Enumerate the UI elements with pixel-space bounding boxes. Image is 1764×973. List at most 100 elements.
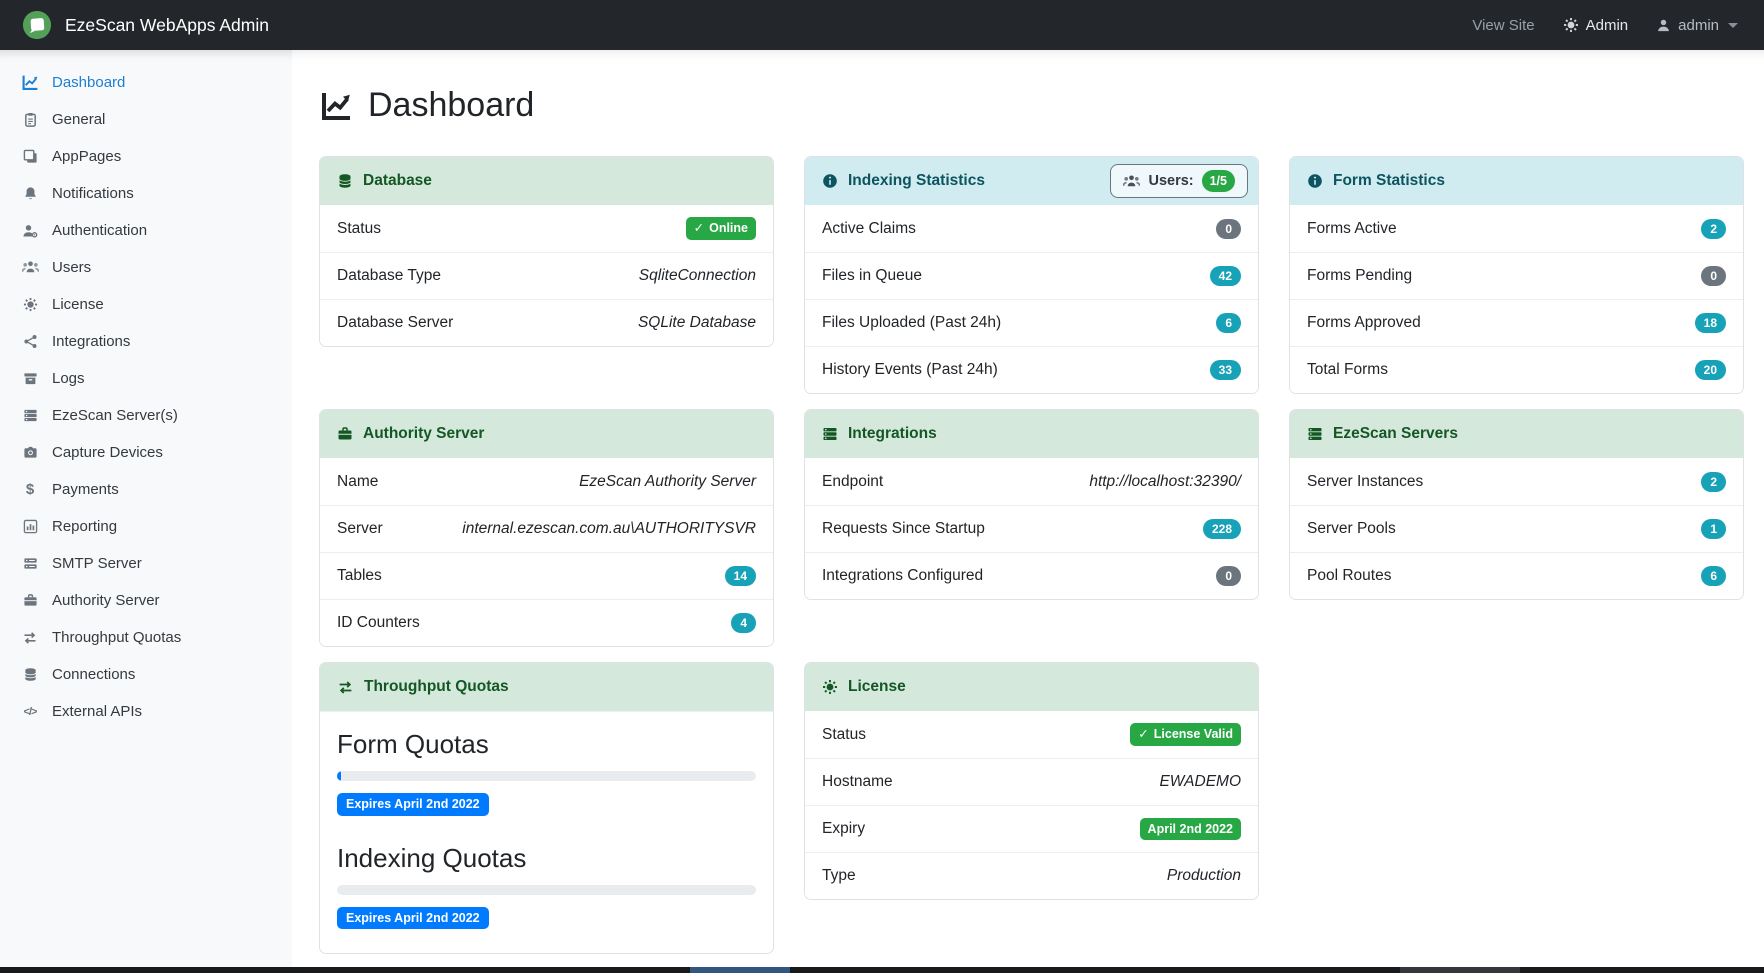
clipboard-icon — [20, 112, 40, 127]
card-throughput-header: Throughput Quotas — [320, 663, 773, 711]
stat-row: Expiry April 2nd 2022 — [805, 805, 1258, 852]
users-count-badge: 1/5 — [1202, 170, 1235, 193]
card-title: Indexing Statistics — [848, 172, 985, 190]
stat-label: Server Pools — [1307, 520, 1396, 538]
quota-heading: Form Quotas — [337, 729, 756, 760]
stat-row: Status ✓Online — [320, 205, 773, 252]
navbar-brand[interactable]: EzeScan WebApps Admin — [22, 10, 269, 40]
stat-value: SQLite Database — [638, 314, 756, 332]
stat-value: SqliteConnection — [639, 267, 756, 285]
view-site-link[interactable]: View Site — [1472, 17, 1534, 34]
count-badge: 33 — [1210, 360, 1241, 380]
sidebar-item-external-apis[interactable]: </> External APIs — [0, 693, 292, 730]
card-indexing-header: Indexing Statistics Users: 1/5 — [805, 157, 1258, 205]
stat-label: Database Type — [337, 267, 441, 285]
sidebar-item-label: Users — [52, 259, 91, 276]
stat-row: Total Forms 20 — [1290, 346, 1743, 393]
stat-row: ID Counters 4 — [320, 599, 773, 646]
server-icon — [20, 556, 40, 571]
indexing-quotas-progressbar — [337, 885, 756, 895]
sidebar-item-authentication[interactable]: Authentication — [0, 212, 292, 249]
sidebar-item-label: Logs — [52, 370, 85, 387]
stat-row: Database Type SqliteConnection — [320, 252, 773, 299]
card-throughput-quotas: Throughput Quotas Form Quotas Expires Ap… — [319, 662, 774, 954]
sidebar-item-label: Capture Devices — [52, 444, 163, 461]
sidebar-item-smtp-server[interactable]: SMTP Server — [0, 545, 292, 582]
briefcase-icon — [337, 426, 353, 442]
progress-fill — [337, 771, 341, 781]
sidebar-item-integrations[interactable]: Integrations — [0, 323, 292, 360]
card-title: EzeScan Servers — [1333, 425, 1458, 443]
card-ezescan-servers-header: EzeScan Servers — [1290, 410, 1743, 458]
sidebar-item-license[interactable]: License — [0, 286, 292, 323]
admin-link[interactable]: Admin — [1563, 17, 1629, 34]
sidebar-item-logs[interactable]: Logs — [0, 360, 292, 397]
user-menu[interactable]: admin — [1656, 17, 1738, 34]
sidebar-item-label: Integrations — [52, 333, 130, 350]
sidebar-item-apppages[interactable]: AppPages — [0, 138, 292, 175]
main-content: Dashboard Database Status ✓Online Da — [292, 50, 1764, 967]
count-badge: 42 — [1210, 266, 1241, 286]
stat-row: Type Production — [805, 852, 1258, 899]
arrows-exchange-icon — [20, 630, 40, 646]
sidebar-item-throughput-quotas[interactable]: Throughput Quotas — [0, 619, 292, 656]
stat-row: Endpoint http://localhost:32390/ — [805, 458, 1258, 505]
sidebar-item-label: Notifications — [52, 185, 134, 202]
sidebar-item-payments[interactable]: $ Payments — [0, 471, 292, 508]
gear-icon — [1563, 17, 1579, 33]
stat-row: Files in Queue 42 — [805, 252, 1258, 299]
check-icon: ✓ — [1138, 728, 1148, 741]
card-ezescan-servers: EzeScan Servers Server Instances 2 Serve… — [1289, 409, 1744, 600]
sidebar-item-general[interactable]: General — [0, 101, 292, 138]
status-badge: ✓License Valid — [1130, 723, 1241, 746]
user-lock-icon — [20, 223, 40, 239]
stat-row: Requests Since Startup 228 — [805, 505, 1258, 552]
brand-title: EzeScan WebApps Admin — [65, 15, 269, 36]
dashboard-grid: Database Status ✓Online Database Type Sq… — [319, 156, 1744, 954]
users-button[interactable]: Users: 1/5 — [1110, 164, 1248, 198]
stat-label: Forms Approved — [1307, 314, 1421, 332]
sidebar-item-ezescan-servers[interactable]: EzeScan Server(s) — [0, 397, 292, 434]
stat-row: Tables 14 — [320, 552, 773, 599]
card-title: Form Statistics — [1333, 172, 1445, 190]
share-nodes-icon — [20, 334, 40, 349]
code-icon: </> — [20, 706, 40, 718]
stat-label: Server Instances — [1307, 473, 1423, 491]
stat-row: Forms Active 2 — [1290, 205, 1743, 252]
stat-label: Hostname — [822, 773, 893, 791]
info-circle-icon — [822, 173, 838, 189]
card-form-statistics: Form Statistics Forms Active 2 Forms Pen… — [1289, 156, 1744, 394]
stat-row: Hostname EWADEMO — [805, 758, 1258, 805]
sidebar-item-label: SMTP Server — [52, 555, 142, 572]
stat-label: Active Claims — [822, 220, 916, 238]
expiry-badge: Expires April 2nd 2022 — [337, 793, 489, 816]
server-icon — [822, 426, 838, 442]
sidebar-item-label: Connections — [52, 666, 135, 683]
card-integrations: Integrations Endpoint http://localhost:3… — [804, 409, 1259, 600]
card-title: License — [848, 678, 906, 696]
chart-line-icon — [321, 90, 353, 122]
count-badge: 6 — [1216, 313, 1241, 333]
server-icon — [1307, 426, 1323, 442]
count-badge: 0 — [1216, 219, 1241, 239]
sidebar-item-capture-devices[interactable]: Capture Devices — [0, 434, 292, 471]
indexing-quotas-section: Indexing Quotas Expires April 2nd 2022 — [337, 843, 756, 930]
stat-row: Integrations Configured 0 — [805, 552, 1258, 599]
person-icon — [1656, 18, 1671, 33]
chart-line-icon — [20, 74, 40, 91]
stat-label: Database Server — [337, 314, 453, 332]
sidebar-item-users[interactable]: Users — [0, 249, 292, 286]
stat-label: Forms Pending — [1307, 267, 1412, 285]
sidebar-item-dashboard[interactable]: Dashboard — [0, 64, 292, 101]
status-badge: ✓Online — [686, 217, 756, 240]
sidebar-item-reporting[interactable]: Reporting — [0, 508, 292, 545]
sidebar: Dashboard General AppPages Notifica — [0, 50, 292, 967]
stat-label: Total Forms — [1307, 361, 1388, 379]
stat-label: Tables — [337, 567, 382, 585]
card-title: Integrations — [848, 425, 937, 443]
arrows-exchange-icon — [337, 679, 354, 696]
sidebar-item-authority-server[interactable]: Authority Server — [0, 582, 292, 619]
sidebar-item-connections[interactable]: Connections — [0, 656, 292, 693]
sidebar-item-notifications[interactable]: Notifications — [0, 175, 292, 212]
card-license: License Status ✓License Valid Hostname E… — [804, 662, 1259, 900]
